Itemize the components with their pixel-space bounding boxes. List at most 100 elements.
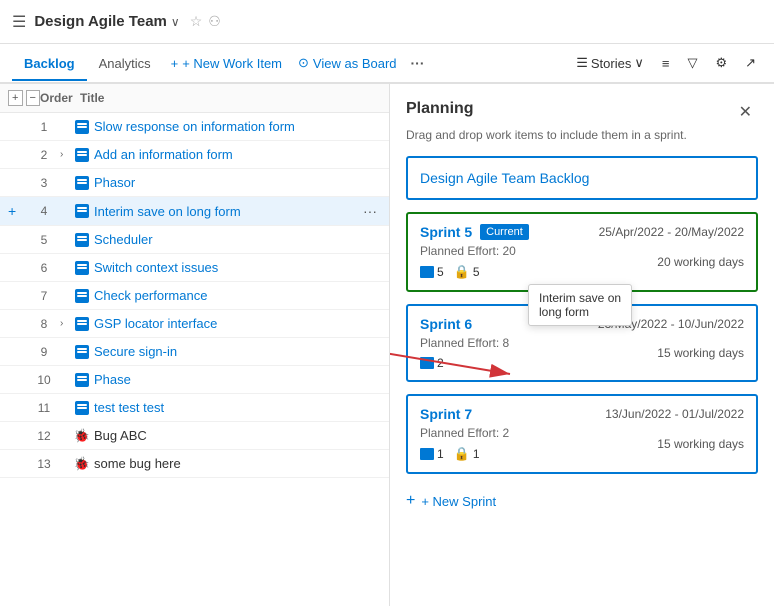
sprint-6-name[interactable]: Sprint 6	[420, 316, 472, 332]
sprint-7-working-days: 15 working days	[657, 437, 744, 451]
expand-row-icon	[60, 234, 74, 245]
tab-analytics[interactable]: Analytics	[87, 48, 163, 81]
story-icon	[75, 289, 89, 303]
sprint-6-story-count: 2	[420, 356, 444, 370]
sprint-7-header: Sprint 7 13/Jun/2022 - 01/Jul/2022	[420, 406, 744, 422]
bug-icon: 🐞	[74, 456, 90, 472]
gear-icon: ⚙	[715, 55, 727, 71]
expand-row-icon	[60, 206, 74, 217]
collapse-all-button[interactable]: −	[26, 90, 41, 106]
work-item-title[interactable]: test test test	[94, 400, 381, 415]
planning-close-button[interactable]: ✕	[733, 100, 758, 124]
new-sprint-button[interactable]: + + New Sprint	[406, 486, 496, 516]
work-item-title[interactable]: some bug here	[94, 456, 381, 471]
bug-badge-icon: 🔒	[454, 264, 470, 280]
expand-row-icon	[60, 374, 74, 385]
chevron-down-icon[interactable]: ∨	[171, 15, 180, 29]
sprint-7-story-count: 1	[420, 447, 444, 461]
planning-panel-header: Planning ✕	[406, 100, 758, 124]
tab-backlog[interactable]: Backlog	[12, 48, 87, 81]
story-icon	[75, 233, 89, 247]
planning-title: Planning	[406, 100, 474, 118]
stories-dropdown-button[interactable]: ☰ Stories ∨	[570, 51, 650, 75]
planning-subtitle: Drag and drop work items to include them…	[406, 128, 758, 142]
expand-row-icon	[60, 177, 74, 188]
story-icon	[75, 345, 89, 359]
work-item-title[interactable]: Check performance	[94, 288, 381, 303]
star-icon[interactable]: ☆	[190, 13, 203, 30]
expand-row-icon	[60, 458, 74, 469]
drag-tooltip: Interim save onlong form	[528, 284, 632, 326]
story-count-icon	[420, 357, 434, 369]
story-icon	[75, 148, 89, 162]
new-work-item-button[interactable]: + + New Work Item	[163, 52, 290, 75]
person-icon[interactable]: ⚇	[208, 13, 221, 30]
view-as-board-button[interactable]: ⊙ View as Board	[290, 51, 405, 75]
table-row: + 8 › GSP locator interface	[0, 310, 389, 338]
work-item-title[interactable]: Add an information form	[94, 147, 381, 162]
expand-row-icon	[60, 346, 74, 357]
work-item-title[interactable]: Slow response on information form	[94, 119, 381, 134]
table-row: + 12 🐞 Bug ABC	[0, 422, 389, 450]
work-item-title[interactable]: Phase	[94, 372, 381, 387]
story-icon	[75, 204, 89, 218]
app-header: ☰ Design Agile Team ∨ ☆ ⚇	[0, 0, 774, 44]
work-item-title[interactable]: Phasor	[94, 175, 381, 190]
backlog-list-header: + − Order Title	[0, 84, 389, 113]
plus-icon: +	[406, 492, 415, 510]
list-icon: ☰	[576, 55, 588, 71]
work-item-title[interactable]: GSP locator interface	[94, 316, 381, 331]
expand-row-icon	[60, 262, 74, 273]
toolbar-right: ☰ Stories ∨ ≡ ▽ ⚙ ↗	[570, 51, 762, 75]
row-context-menu-button[interactable]: ···	[359, 201, 381, 221]
column-options-button[interactable]: ≡	[656, 52, 676, 75]
settings-button[interactable]: ⚙	[709, 51, 733, 75]
table-row: + 9 Secure sign-in	[0, 338, 389, 366]
sprint-7-items: 1 🔒 1	[420, 446, 509, 462]
sprint-6-effort: Planned Effort: 8	[420, 336, 509, 350]
expand-row-icon[interactable]: ›	[60, 318, 74, 329]
chevron-down-icon: ∨	[634, 55, 644, 71]
sprint-6-working-days: 15 working days	[657, 346, 744, 360]
work-item-title[interactable]: Switch context issues	[94, 260, 381, 275]
table-row: + 5 Scheduler	[0, 226, 389, 254]
table-row: + 7 Check performance	[0, 282, 389, 310]
expand-button[interactable]: ↗	[739, 51, 762, 75]
menu-icon[interactable]: ☰	[12, 12, 26, 32]
work-item-title[interactable]: Scheduler	[94, 232, 381, 247]
sprint-5-story-count: 5	[420, 265, 444, 279]
expand-all-button[interactable]: +	[8, 90, 23, 106]
expand-row-icon[interactable]: ›	[60, 149, 74, 160]
work-item-title[interactable]: Interim save on long form	[94, 204, 359, 219]
table-row: + 2 › Add an information form	[0, 141, 389, 169]
work-item-title[interactable]: Secure sign-in	[94, 344, 381, 359]
story-icon	[75, 373, 89, 387]
table-row: + 10 Phase	[0, 366, 389, 394]
sprint-6-items: 2	[420, 356, 509, 370]
expand-row-icon	[60, 290, 74, 301]
current-sprint-badge: Current	[480, 224, 529, 240]
story-icon	[75, 261, 89, 275]
story-icon	[75, 176, 89, 190]
sprint-5-effort: Planned Effort: 20	[420, 244, 516, 258]
work-item-title[interactable]: Bug ABC	[94, 428, 381, 443]
sprint-7-effort: Planned Effort: 2	[420, 426, 509, 440]
sprint-5-dates: 25/Apr/2022 - 20/May/2022	[599, 225, 744, 239]
sprint-7-name[interactable]: Sprint 7	[420, 406, 472, 422]
add-row-button[interactable]: +	[8, 203, 28, 219]
table-row: + 13 🐞 some bug here	[0, 450, 389, 478]
sprint-5-name[interactable]: Sprint 5	[420, 224, 472, 240]
filter-button[interactable]: ▽	[681, 51, 703, 75]
sprint-7-bug-count: 🔒 1	[454, 446, 480, 462]
story-count-icon	[420, 266, 434, 278]
table-row: + 3 Phasor	[0, 169, 389, 197]
bug-icon: 🐞	[74, 428, 90, 444]
backlog-list: + − Order Title + 1 Slow response on inf…	[0, 84, 390, 606]
sprint-card-7: Sprint 7 13/Jun/2022 - 01/Jul/2022 Plann…	[406, 394, 758, 474]
more-options-button[interactable]: ···	[405, 51, 431, 75]
expand-icon: ↗	[745, 55, 756, 71]
order-column-header: Order	[40, 91, 80, 105]
table-row: + 11 test test test	[0, 394, 389, 422]
expand-row-icon	[60, 430, 74, 441]
main-content: + − Order Title + 1 Slow response on inf…	[0, 84, 774, 606]
